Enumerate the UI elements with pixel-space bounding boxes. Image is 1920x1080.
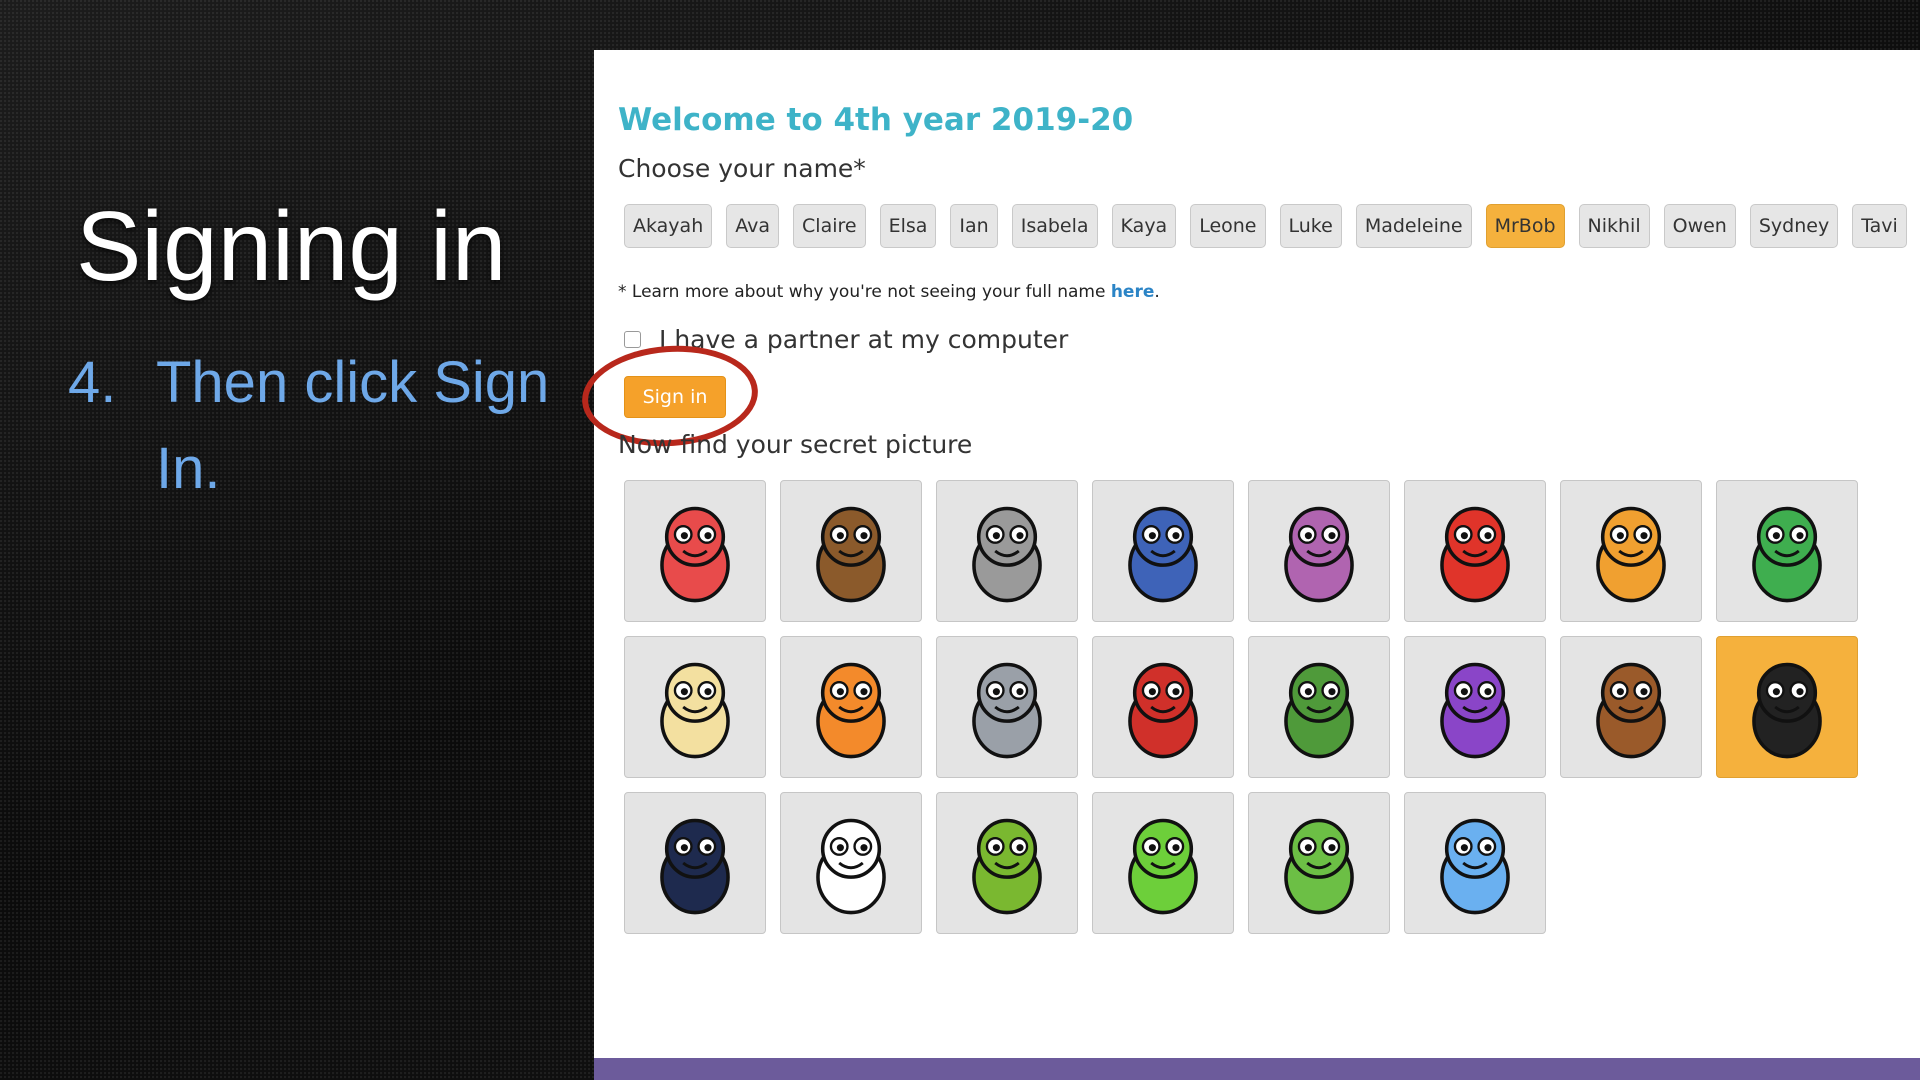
frog-icon [1284, 818, 1354, 915]
picture-tile[interactable] [780, 792, 922, 934]
unicorn-icon [1596, 662, 1666, 759]
note-text: * Learn more about why you're not seeing… [618, 282, 1111, 302]
name-button-akayah[interactable]: Akayah [624, 204, 713, 248]
witch-icon [1752, 506, 1822, 603]
step-number: 4. [68, 350, 117, 415]
name-button-ian[interactable]: Ian [950, 204, 998, 248]
picture-tile[interactable] [1404, 480, 1546, 622]
alien-icon [1128, 818, 1198, 915]
ghost-icon [816, 818, 886, 915]
app-screenshot-panel: Welcome to 4th year 2019-20 Choose your … [578, 50, 1920, 1080]
hamster-icon [972, 506, 1042, 603]
name-button-madeleine[interactable]: Madeleine [1355, 204, 1472, 248]
red-monster-icon [660, 506, 730, 603]
picture-tile[interactable] [1092, 636, 1234, 778]
zombie-icon [972, 818, 1042, 915]
slide-title: Signing in [76, 191, 507, 301]
find-picture-label: Now find your secret picture [618, 430, 973, 459]
name-button-nikhil[interactable]: Nikhil [1578, 204, 1650, 248]
name-button-claire[interactable]: Claire [793, 204, 866, 248]
name-button-elsa[interactable]: Elsa [879, 204, 937, 248]
picture-tile[interactable] [1248, 636, 1390, 778]
picture-tile[interactable] [624, 480, 766, 622]
name-button-kaya[interactable]: Kaya [1111, 204, 1177, 248]
green-robot-icon [1284, 662, 1354, 759]
picture-tile[interactable] [1248, 792, 1390, 934]
red-bird-icon [1440, 506, 1510, 603]
cat-icon [816, 662, 886, 759]
picture-tile[interactable] [1716, 480, 1858, 622]
picture-tile[interactable] [1404, 792, 1546, 934]
name-button-isabela[interactable]: Isabela [1011, 204, 1098, 248]
picture-tile[interactable] [780, 636, 922, 778]
note-end: . [1154, 282, 1160, 302]
picture-tile[interactable] [1560, 480, 1702, 622]
choose-name-label: Choose your name* [618, 154, 866, 183]
name-button-tavi[interactable]: Tavi [1852, 204, 1907, 248]
picture-tile[interactable] [1092, 792, 1234, 934]
bat-icon [1284, 506, 1354, 603]
welcome-heading: Welcome to 4th year 2019-20 [618, 102, 1134, 138]
partner-checkbox[interactable] [624, 331, 641, 348]
step-text: Then click Sign In. [156, 350, 550, 501]
picture-tile[interactable] [780, 480, 922, 622]
pirate-icon [1128, 662, 1198, 759]
name-list: Akayah Ava Claire Elsa Ian Isabela Kaya Leone Lu… [624, 204, 1907, 248]
name-button-ava[interactable]: Ava [726, 204, 780, 248]
robot-icon [972, 662, 1042, 759]
name-button-mrbob[interactable]: MrBob [1485, 204, 1565, 248]
picture-tile[interactable] [936, 792, 1078, 934]
picture-tile[interactable] [1248, 480, 1390, 622]
name-button-luke[interactable]: Luke [1279, 204, 1342, 248]
wizard-icon [1128, 506, 1198, 603]
name-button-sydney[interactable]: Sydney [1749, 204, 1839, 248]
name-button-leone[interactable]: Leone [1190, 204, 1266, 248]
purple-dragon-icon [1440, 662, 1510, 759]
picture-tile[interactable] [1716, 636, 1858, 778]
picture-tile[interactable] [936, 636, 1078, 778]
ninja-icon [660, 818, 730, 915]
picture-tile[interactable] [1404, 636, 1546, 778]
picture-tile[interactable] [624, 792, 766, 934]
octopus-icon [1440, 818, 1510, 915]
partner-label[interactable]: I have a partner at my computer [659, 325, 1068, 354]
picture-grid [624, 480, 1858, 934]
knight-icon [1596, 506, 1666, 603]
princess-icon [816, 506, 886, 603]
picture-tile[interactable] [1092, 480, 1234, 622]
dog-icon [660, 662, 730, 759]
penguin-icon [1752, 662, 1822, 759]
note-link[interactable]: here [1111, 282, 1155, 302]
picture-tile[interactable] [624, 636, 766, 778]
picture-tile[interactable] [1560, 636, 1702, 778]
footer-bar [594, 1058, 1920, 1080]
picture-tile[interactable] [936, 480, 1078, 622]
name-button-owen[interactable]: Owen [1663, 204, 1736, 248]
name-note: * Learn more about why you're not seeing… [618, 282, 1160, 302]
